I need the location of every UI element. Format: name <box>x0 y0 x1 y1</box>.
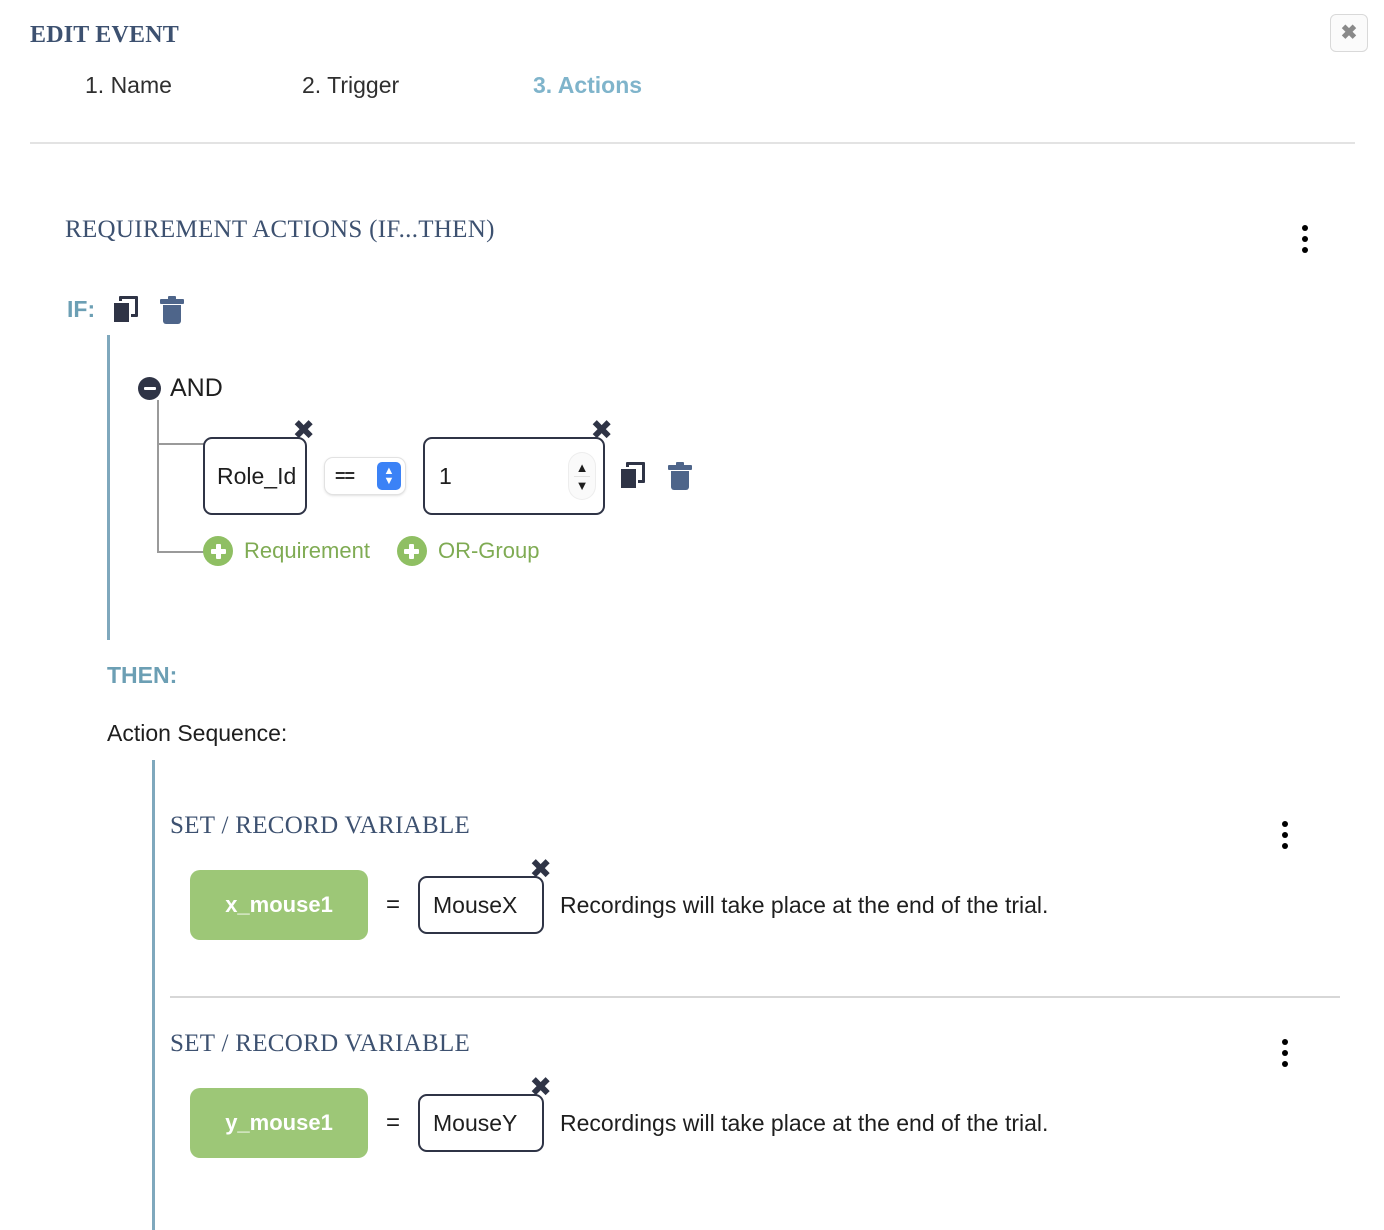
trash-icon-lid <box>160 299 184 304</box>
tab-name[interactable]: 1. Name <box>85 72 172 99</box>
action-value-text-1: MouseX <box>433 891 518 918</box>
action-title-1: SET / RECORD VARIABLE <box>170 812 471 839</box>
action-value-input-1[interactable]: MouseX ✖ <box>418 856 552 934</box>
equals-sign-1: = <box>386 891 401 918</box>
condition-operator-select[interactable]: == ▲ ▼ <box>325 458 405 494</box>
action-value-text-2: MouseY <box>433 1109 518 1136</box>
logic-operator-node: AND <box>138 374 223 403</box>
action-note-1: Recordings will take place at the end of… <box>560 891 1049 918</box>
if-block-rail <box>107 335 110 640</box>
copy-icon-front <box>619 467 638 490</box>
copy-icon-if[interactable] <box>112 296 138 324</box>
minus-bar <box>143 387 156 390</box>
close-x-icon-action-2[interactable]: ✖ <box>529 1074 552 1101</box>
if-label: IF: <box>67 296 96 322</box>
close-icon[interactable]: ✖ <box>1330 14 1368 52</box>
then-block-rail <box>152 760 155 1230</box>
tree-line-vertical <box>157 400 159 552</box>
dot <box>1282 1050 1288 1056</box>
chevron-updown-icon: ▲ ▼ <box>377 462 401 490</box>
add-buttons-row: Requirement OR-Group <box>203 536 555 566</box>
tree-line-branch-add <box>157 551 205 553</box>
trash-icon-if[interactable] <box>160 296 184 324</box>
condition-variable-value: Role_Id <box>217 462 297 489</box>
page-title: EDIT EVENT <box>30 22 179 48</box>
dot <box>1282 843 1288 849</box>
minus-circle-icon[interactable] <box>138 377 161 400</box>
dot <box>1302 247 1308 253</box>
trash-icon-can <box>163 305 181 324</box>
condition-value-input[interactable]: 1 ✖ ▲ ▼ <box>423 417 613 515</box>
copy-icon-condition[interactable] <box>619 462 645 490</box>
action-value-input-2[interactable]: MouseY ✖ <box>418 1074 552 1152</box>
tab-actions[interactable]: 3. Actions <box>533 72 642 99</box>
dot <box>1282 832 1288 838</box>
action-title-2: SET / RECORD VARIABLE <box>170 1030 471 1057</box>
action-note-2: Recordings will take place at the end of… <box>560 1109 1049 1136</box>
dot <box>1282 1061 1288 1067</box>
quantity-stepper[interactable]: ▲ ▼ <box>569 453 595 499</box>
tree-line-branch-condition <box>157 443 205 445</box>
action-row-2: y_mouse1 = MouseY ✖ Recordings will take… <box>170 1074 1340 1158</box>
stepper-up[interactable]: ▲ <box>576 460 589 475</box>
close-x-icon-action-1[interactable]: ✖ <box>529 856 552 883</box>
add-requirement-button[interactable]: Requirement <box>244 538 370 564</box>
condition-value-text: 1 <box>439 462 452 489</box>
header-divider <box>30 142 1355 144</box>
trash-icon-can <box>671 471 689 490</box>
equals-sign-2: = <box>386 1109 401 1136</box>
dot <box>1282 821 1288 827</box>
copy-icon-front <box>112 301 131 324</box>
trash-icon-lid <box>668 465 692 470</box>
action-variable-pill-2[interactable]: y_mouse1 <box>190 1088 368 1158</box>
logic-operator-label: AND <box>170 374 223 402</box>
then-label: THEN: <box>107 662 178 688</box>
stepper-divider <box>574 475 590 477</box>
condition-variable-input[interactable]: Role_Id ✖ <box>203 417 315 515</box>
action-variable-pill-1[interactable]: x_mouse1 <box>190 870 368 940</box>
trash-icon-condition[interactable] <box>668 462 692 490</box>
edit-event-modal: EDIT EVENT ✖ 1. Name 2. Trigger 3. Actio… <box>0 0 1384 1230</box>
dot <box>1302 225 1308 231</box>
dot <box>1302 236 1308 242</box>
chevron-down: ▼ <box>383 474 395 487</box>
stepper-down[interactable]: ▼ <box>576 478 589 493</box>
plus-circle-icon-or-group[interactable] <box>396 536 427 566</box>
tab-trigger[interactable]: 2. Trigger <box>302 72 399 99</box>
action-card-2: SET / RECORD VARIABLE y_mouse1 = MouseY … <box>170 1030 1340 1158</box>
condition-operator-value: == <box>335 465 355 486</box>
action-divider <box>170 996 1340 998</box>
kebab-menu-icon-action-1[interactable] <box>1272 818 1298 852</box>
kebab-menu-icon-requirement[interactable] <box>1292 222 1318 256</box>
add-or-group-button[interactable]: OR-Group <box>438 538 539 564</box>
wizard-tabs: 1. Name 2. Trigger 3. Actions <box>30 72 1360 114</box>
close-x-icon-variable[interactable]: ✖ <box>292 417 315 444</box>
dot <box>1282 1039 1288 1045</box>
action-sequence-label: Action Sequence: <box>107 720 288 746</box>
close-x-icon-value[interactable]: ✖ <box>590 417 613 444</box>
requirement-actions-title: REQUIREMENT ACTIONS (IF...THEN) <box>65 216 495 243</box>
plus-circle-icon-requirement[interactable] <box>203 536 233 566</box>
kebab-menu-icon-action-2[interactable] <box>1272 1036 1298 1070</box>
condition-row: Role_Id ✖ == ▲ ▼ 1 ✖ ▲ ▼ <box>203 417 613 515</box>
action-row-1: x_mouse1 = MouseX ✖ Recordings will take… <box>170 856 1340 940</box>
action-card-1: SET / RECORD VARIABLE x_mouse1 = MouseX … <box>170 812 1340 940</box>
